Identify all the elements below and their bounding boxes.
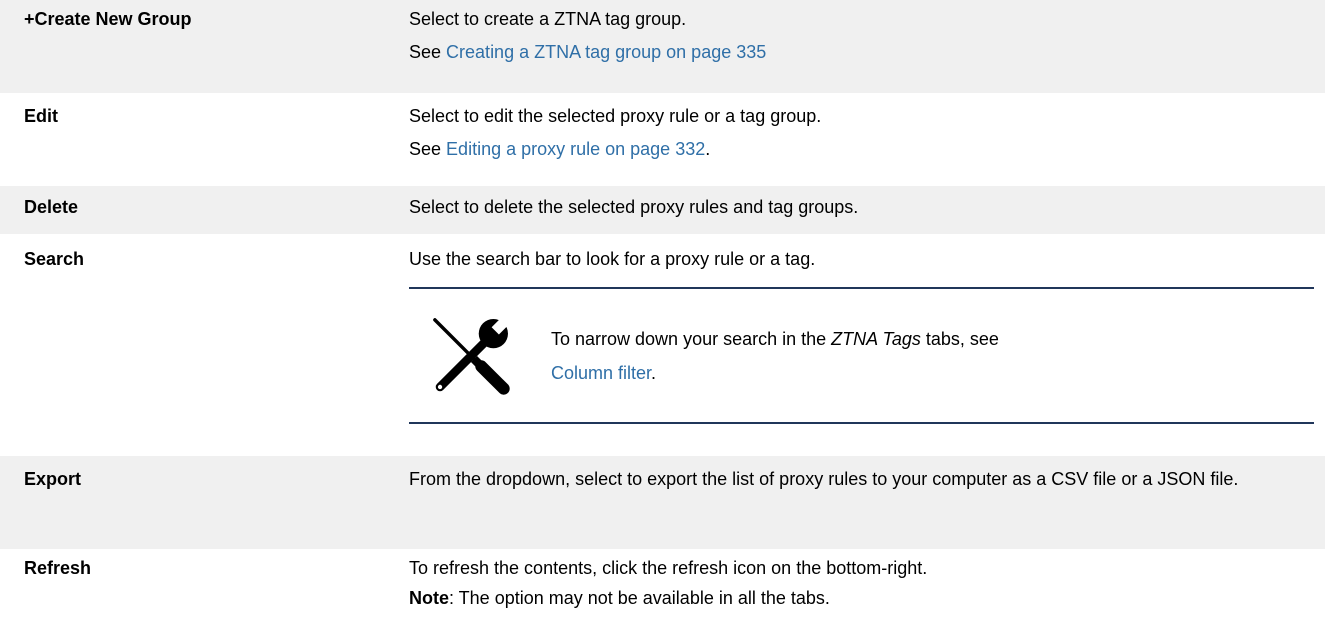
see-prefix: See bbox=[409, 139, 442, 159]
term-export: Export bbox=[24, 469, 82, 489]
description-edit: Select to edit the selected proxy rule o… bbox=[409, 105, 1325, 160]
description-text: Select to edit the selected proxy rule o… bbox=[409, 106, 822, 126]
table-row-edit: Edit Select to edit the selected proxy r… bbox=[0, 93, 1325, 186]
description-delete: Select to delete the selected proxy rule… bbox=[409, 196, 1325, 218]
tip-link-suffix: . bbox=[651, 362, 657, 383]
description-text: Use the search bar to look for a proxy r… bbox=[409, 249, 816, 269]
tools-icon bbox=[433, 313, 513, 395]
term-refresh: Refresh bbox=[24, 558, 92, 578]
tip-text: To narrow down your search in the ZTNA T… bbox=[551, 322, 999, 390]
see-also: See Editing a proxy rule on page 332. bbox=[409, 138, 1309, 160]
table-row-refresh: Refresh To refresh the contents, click t… bbox=[0, 549, 1325, 627]
table-row-search: Search Use the search bar to look for a … bbox=[0, 234, 1325, 456]
tip-box: To narrow down your search in the ZTNA T… bbox=[409, 287, 1314, 424]
term-create-new-group: +Create New Group bbox=[24, 9, 192, 29]
tip-text-after: tabs, see bbox=[925, 328, 999, 349]
description-text: Select to delete the selected proxy rule… bbox=[409, 197, 859, 217]
description-text: Select to create a ZTNA tag group. bbox=[409, 9, 687, 29]
description-export: From the dropdown, select to export the … bbox=[409, 468, 1325, 490]
tip-text-italic: ZTNA Tags bbox=[831, 328, 921, 349]
table-row-export: Export From the dropdown, select to expo… bbox=[0, 456, 1325, 549]
see-prefix: See bbox=[409, 42, 442, 62]
link-editing-proxy-rule[interactable]: Editing a proxy rule on page 332 bbox=[446, 139, 705, 159]
note-line: Note: The option may not be available in… bbox=[409, 587, 1309, 609]
table-row-delete: Delete Select to delete the selected pro… bbox=[0, 186, 1325, 234]
description-search: Use the search bar to look for a proxy r… bbox=[409, 248, 1325, 424]
options-table: +Create New Group Select to create a ZTN… bbox=[0, 0, 1325, 627]
term-edit: Edit bbox=[24, 106, 58, 126]
note-rest: : The option may not be available in all… bbox=[449, 588, 830, 608]
link-creating-ztna-tag-group[interactable]: Creating a ZTNA tag group on page 335 bbox=[446, 42, 766, 62]
link-column-filter[interactable]: Column filter bbox=[551, 363, 651, 383]
see-suffix: . bbox=[705, 139, 711, 159]
note-label: Note bbox=[409, 588, 449, 608]
see-also: See Creating a ZTNA tag group on page 33… bbox=[409, 41, 1309, 63]
description-create-new-group: Select to create a ZTNA tag group. See C… bbox=[409, 8, 1325, 63]
term-search: Search bbox=[24, 249, 85, 269]
tip-text-before: To narrow down your search in the bbox=[551, 328, 827, 349]
table-row-create-new-group: +Create New Group Select to create a ZTN… bbox=[0, 0, 1325, 93]
description-text: To refresh the contents, click the refre… bbox=[409, 558, 928, 578]
description-refresh: To refresh the contents, click the refre… bbox=[409, 557, 1325, 609]
term-delete: Delete bbox=[24, 197, 79, 217]
description-text: From the dropdown, select to export the … bbox=[409, 469, 1239, 489]
